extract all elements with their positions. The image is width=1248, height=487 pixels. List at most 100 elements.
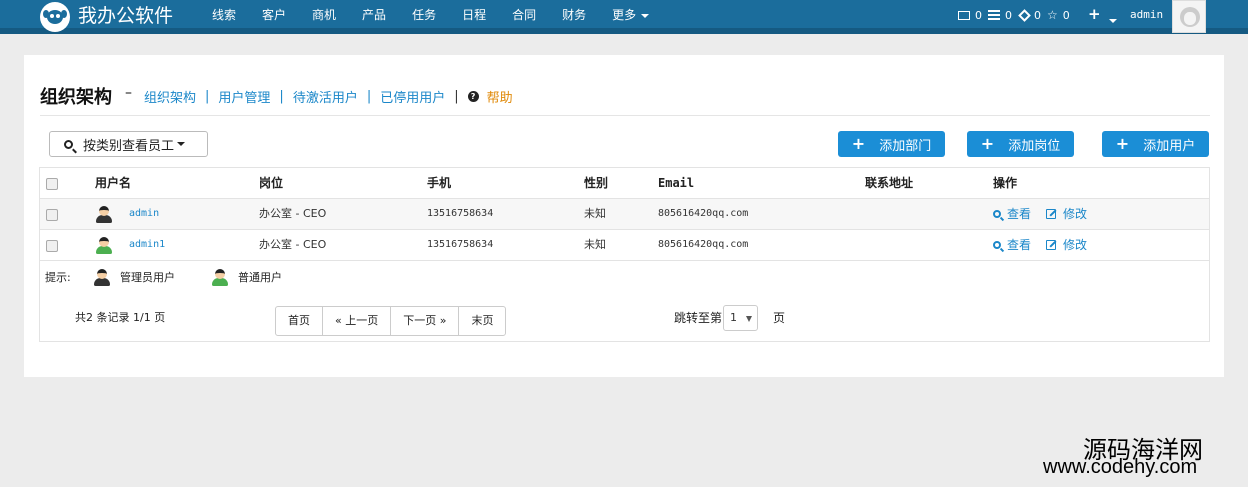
nav-item-tasks[interactable]: 任务: [399, 0, 449, 34]
list-icon: [988, 10, 1000, 20]
phone-cell: 13516758634: [427, 239, 494, 250]
pagination: 首页 « 上一页 下一页 » 末页: [275, 306, 507, 336]
subnav-org-structure[interactable]: 组织架构: [144, 87, 196, 106]
monkey-logo-icon[interactable]: [40, 2, 70, 32]
watermark-url: www.codehy.com: [1043, 456, 1198, 478]
subnav-disabled-users[interactable]: 已停用用户: [380, 87, 445, 106]
separator: |: [454, 89, 459, 104]
page-title: 组织架构: [40, 87, 112, 108]
col-username[interactable]: 用户名: [95, 168, 131, 198]
nav-item-customers[interactable]: 客户: [249, 0, 299, 34]
caret-down-icon: [746, 316, 752, 322]
plus-icon: +: [1115, 134, 1130, 153]
users-table: 用户名 岗位 手机 性别 Email 联系地址 操作 admin 办公室 - C…: [39, 167, 1210, 342]
caret-down-icon: [177, 142, 186, 146]
separator: |: [205, 89, 210, 104]
tasks-counter[interactable]: 0: [988, 8, 1012, 22]
col-address[interactable]: 联系地址: [865, 168, 913, 198]
col-email[interactable]: Email: [658, 168, 694, 198]
star-icon: ☆: [1047, 8, 1058, 22]
last-page-button[interactable]: 末页: [458, 307, 505, 335]
plus-icon: +: [980, 134, 995, 153]
top-navbar: 我办公软件 线索 客户 商机 产品 任务 日程 合同 财务 更多 0 0 0 ☆…: [0, 0, 1248, 34]
next-page-button[interactable]: 下一页 »: [390, 307, 458, 335]
email-cell: 805616420qq.com: [658, 208, 749, 219]
legend-admin: 管理员用户: [120, 271, 175, 284]
col-actions: 操作: [993, 176, 1018, 190]
edit-link[interactable]: 修改: [1046, 199, 1087, 229]
record-summary: 共2 条记录 1/1 页: [75, 311, 166, 324]
jump-label: 跳转至第: [674, 311, 723, 325]
position-cell: 办公室 - CEO: [259, 207, 327, 220]
jump-unit: 页: [773, 311, 786, 325]
row-checkbox[interactable]: [46, 209, 58, 221]
view-label: 查看: [1007, 238, 1032, 252]
col-position[interactable]: 岗位: [259, 168, 283, 198]
view-link[interactable]: 查看: [993, 199, 1031, 229]
normal-user-icon: [95, 236, 113, 254]
subnav-user-management[interactable]: 用户管理: [218, 87, 270, 106]
add-position-button[interactable]: + 添加岗位: [967, 131, 1074, 157]
email-cell: 805616420qq.com: [658, 239, 749, 250]
nav-item-finance[interactable]: 财务: [549, 0, 599, 34]
view-label: 查看: [1007, 207, 1032, 221]
first-page-button[interactable]: 首页: [276, 307, 322, 335]
normal-user-icon: [211, 268, 229, 286]
col-gender[interactable]: 性别: [584, 168, 608, 198]
messages-count: 0: [975, 8, 982, 22]
plus-icon: +: [851, 134, 866, 153]
nav-item-contracts[interactable]: 合同: [499, 0, 549, 34]
add-user-label: 添加用户: [1143, 138, 1196, 154]
main-nav: 线索 客户 商机 产品 任务 日程 合同 财务 更多: [199, 0, 662, 34]
nav-item-leads[interactable]: 线索: [199, 0, 249, 34]
phone-cell: 13516758634: [427, 208, 494, 219]
nav-more-label: 更多: [612, 8, 637, 22]
nav-item-more[interactable]: 更多: [599, 0, 662, 34]
gender-cell: 未知: [584, 207, 606, 220]
main-panel: 组织架构 – 组织架构 | 用户管理 | 待激活用户 | 已停用用户 | ? 帮…: [24, 55, 1224, 377]
search-icon: [64, 139, 73, 149]
quick-add-caret-icon[interactable]: [1109, 13, 1117, 27]
table-header-row: 用户名 岗位 手机 性别 Email 联系地址 操作: [40, 168, 1209, 199]
legend-normal: 普通用户: [238, 271, 282, 284]
gender-cell: 未知: [584, 238, 606, 251]
add-user-button[interactable]: + 添加用户: [1102, 131, 1209, 157]
table-row: admin1 办公室 - CEO 13516758634 未知 80561642…: [40, 230, 1209, 261]
search-icon: [993, 241, 1001, 249]
avatar[interactable]: [1172, 0, 1206, 33]
help-link[interactable]: 帮助: [487, 87, 513, 106]
brand-name[interactable]: 我办公软件: [78, 4, 173, 28]
edit-link[interactable]: 修改: [1046, 230, 1087, 260]
title-dash: –: [125, 85, 132, 101]
edit-icon: [1046, 209, 1056, 219]
position-cell: 办公室 - CEO: [259, 238, 327, 251]
separator: |: [279, 89, 284, 104]
admin-user-icon: [93, 268, 111, 286]
subnav-pending-users[interactable]: 待激活用户: [293, 87, 358, 106]
events-counter[interactable]: 0: [1018, 8, 1041, 22]
nav-item-opportunities[interactable]: 商机: [299, 0, 349, 34]
username-link[interactable]: admin1: [129, 230, 165, 260]
prev-page-button[interactable]: « 上一页: [322, 307, 390, 335]
username-link[interactable]: admin: [129, 199, 159, 229]
current-user-name[interactable]: admin: [1130, 8, 1163, 21]
add-department-label: 添加部门: [879, 138, 932, 154]
col-phone[interactable]: 手机: [427, 168, 451, 198]
edit-icon: [1046, 240, 1056, 250]
divider: [40, 115, 1210, 116]
favorites-counter[interactable]: ☆ 0: [1047, 8, 1070, 22]
select-all-checkbox[interactable]: [46, 178, 58, 190]
add-department-button[interactable]: + 添加部门: [838, 131, 945, 157]
caret-down-icon: [641, 13, 650, 18]
legend-label: 提示:: [45, 271, 71, 284]
view-link[interactable]: 查看: [993, 230, 1031, 260]
quick-add-icon[interactable]: +: [1088, 6, 1101, 22]
row-checkbox[interactable]: [46, 240, 58, 252]
page-select[interactable]: 1: [723, 305, 758, 331]
events-count: 0: [1034, 8, 1041, 22]
filter-by-category-button[interactable]: 按类别查看员工: [49, 131, 208, 157]
nav-item-schedule[interactable]: 日程: [449, 0, 499, 34]
messages-counter[interactable]: 0: [958, 8, 982, 22]
separator: |: [366, 89, 372, 104]
nav-item-products[interactable]: 产品: [349, 0, 399, 34]
